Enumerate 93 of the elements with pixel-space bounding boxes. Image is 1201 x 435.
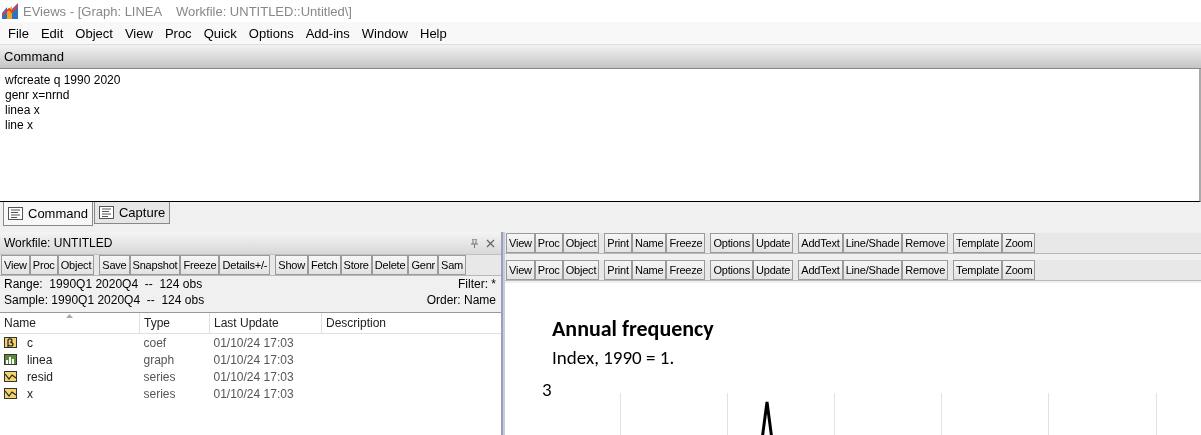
command-field[interactable]: wfcreate q 1990 2020 genr x=nrnd linea x line x — [0, 69, 1201, 202]
toolbar-button[interactable]: Line/Shade — [842, 260, 903, 280]
toolbar-button[interactable]: Freeze — [666, 260, 706, 280]
toolbar-button[interactable]: Sam — [438, 255, 467, 275]
toolbar-button[interactable]: Update — [753, 260, 794, 280]
graph-subtitle: Index, 1990 = 1. — [552, 346, 675, 369]
column-header[interactable]: Description — [321, 313, 501, 334]
object-date: 01/10/24 17:03 — [212, 368, 295, 385]
toolbar-button[interactable]: AddText — [798, 260, 843, 280]
toolbar-button[interactable]: Update — [753, 233, 794, 253]
menu-item[interactable]: Help — [414, 25, 453, 41]
toolbar-button[interactable]: Name — [631, 233, 667, 253]
toolbar-button[interactable]: Template — [953, 260, 1003, 280]
object-name: linea — [27, 352, 53, 367]
column-header[interactable]: Name — [0, 313, 140, 334]
document-icon — [8, 207, 23, 220]
toolbar-button[interactable]: Zoom — [1002, 233, 1036, 253]
toolbar-button[interactable]: Proc — [534, 233, 563, 253]
menu-item[interactable]: Add-ins — [299, 25, 356, 41]
object-row[interactable]: x series 01/10/24 17:03 — [0, 385, 501, 402]
toolbar-button[interactable]: Options — [710, 260, 753, 280]
line-chart-icon — [4, 388, 17, 399]
beta-icon — [4, 337, 17, 348]
menu-item[interactable]: View — [118, 25, 159, 41]
tab[interactable]: Capture — [93, 202, 171, 224]
object-type: coef — [139, 333, 210, 351]
toolbar-button[interactable]: Print — [604, 260, 632, 280]
status-text: Filter: * — [458, 277, 496, 291]
panel-title: Command — [4, 49, 64, 64]
object-row[interactable]: c coef 01/10/24 17:03 — [0, 333, 501, 351]
toolbar-button[interactable]: Show — [275, 255, 308, 275]
window-title: EViews - [Graph: LINEA Workfile: UNTITLED::Untitled\] — [23, 3, 352, 19]
toolbar-button[interactable]: Freeze — [180, 255, 220, 275]
object-type: graph — [142, 351, 176, 368]
toolbar-button[interactable]: Genr — [408, 255, 439, 275]
sort-arrow-icon — [66, 314, 73, 318]
toolbar-button[interactable]: View — [506, 233, 535, 253]
object-type: series — [142, 368, 177, 385]
status-text: Range: 1990Q1 2020Q4 -- 124 obs — [4, 277, 203, 291]
toolbar-button[interactable]: Line/Shade — [842, 233, 903, 253]
axis-tick-label: 3 — [542, 378, 552, 401]
toolbar-button[interactable]: Zoom — [1002, 260, 1036, 280]
column-header[interactable]: Type — [139, 313, 210, 334]
toolbar-button[interactable]: Delete — [371, 255, 409, 275]
menu-item[interactable]: Proc — [158, 25, 198, 41]
toolbar-button[interactable]: Object — [562, 233, 600, 253]
toolbar-button[interactable]: Snapshot — [129, 255, 181, 275]
menu-item[interactable]: File — [2, 25, 35, 41]
panel-title: Workfile: UNTITLED — [4, 236, 113, 250]
app-logo-icon — [2, 3, 18, 19]
tab[interactable]: Command — [3, 202, 93, 226]
menu-item[interactable]: Window — [355, 25, 414, 41]
object-date: 01/10/24 17:03 — [209, 333, 322, 351]
object-name: x — [27, 386, 33, 401]
toolbar-button[interactable]: Object — [562, 260, 600, 280]
toolbar-button[interactable]: Freeze — [666, 233, 706, 253]
toolbar-button[interactable]: Details+/- — [219, 255, 271, 275]
menu-item[interactable]: Object — [69, 25, 119, 41]
object-row[interactable]: linea graph 01/10/24 17:03 — [0, 351, 501, 368]
toolbar-button[interactable]: Remove — [902, 260, 949, 280]
document-icon — [98, 206, 114, 219]
menu-item[interactable]: Quick — [197, 25, 243, 41]
object-date: 01/10/24 17:03 — [212, 351, 295, 368]
object-type: series — [142, 385, 177, 402]
object-date: 01/10/24 17:03 — [212, 385, 295, 402]
pin-icon[interactable] — [471, 238, 478, 248]
toolbar-button[interactable]: AddText — [798, 233, 843, 253]
toolbar-button[interactable]: Print — [604, 233, 632, 253]
status-text: Order: Name — [426, 293, 496, 307]
toolbar-button[interactable]: Options — [710, 233, 753, 253]
toolbar-button[interactable]: Object — [57, 255, 95, 275]
toolbar-button[interactable]: Proc — [29, 255, 58, 275]
status-text: Sample: 1990Q1 2020Q4 -- 124 obs — [4, 293, 205, 307]
object-name: c — [27, 335, 33, 350]
object-name: resid — [27, 369, 53, 384]
toolbar-button[interactable]: Remove — [902, 233, 949, 253]
toolbar-button[interactable]: Name — [631, 260, 667, 280]
toolbar-button[interactable]: Fetch — [308, 255, 341, 275]
toolbar-button[interactable]: Template — [953, 233, 1003, 253]
toolbar-button[interactable]: View — [506, 260, 535, 280]
bar-chart-icon — [4, 354, 17, 365]
toolbar-button[interactable]: View — [1, 255, 30, 275]
toolbar-button[interactable]: Proc — [534, 260, 563, 280]
toolbar-button[interactable]: Save — [99, 255, 130, 275]
line-chart-icon — [4, 371, 17, 382]
column-header[interactable]: Last Update — [209, 313, 322, 334]
close-icon[interactable] — [486, 238, 495, 248]
line-graph-drawing — [760, 400, 774, 435]
menu-item[interactable]: Options — [242, 25, 300, 41]
graph-title: Annual frequency — [552, 315, 714, 342]
menu-item[interactable]: Edit — [34, 25, 70, 41]
object-row[interactable]: resid series 01/10/24 17:03 — [0, 368, 501, 385]
toolbar-button[interactable]: Store — [340, 255, 372, 275]
